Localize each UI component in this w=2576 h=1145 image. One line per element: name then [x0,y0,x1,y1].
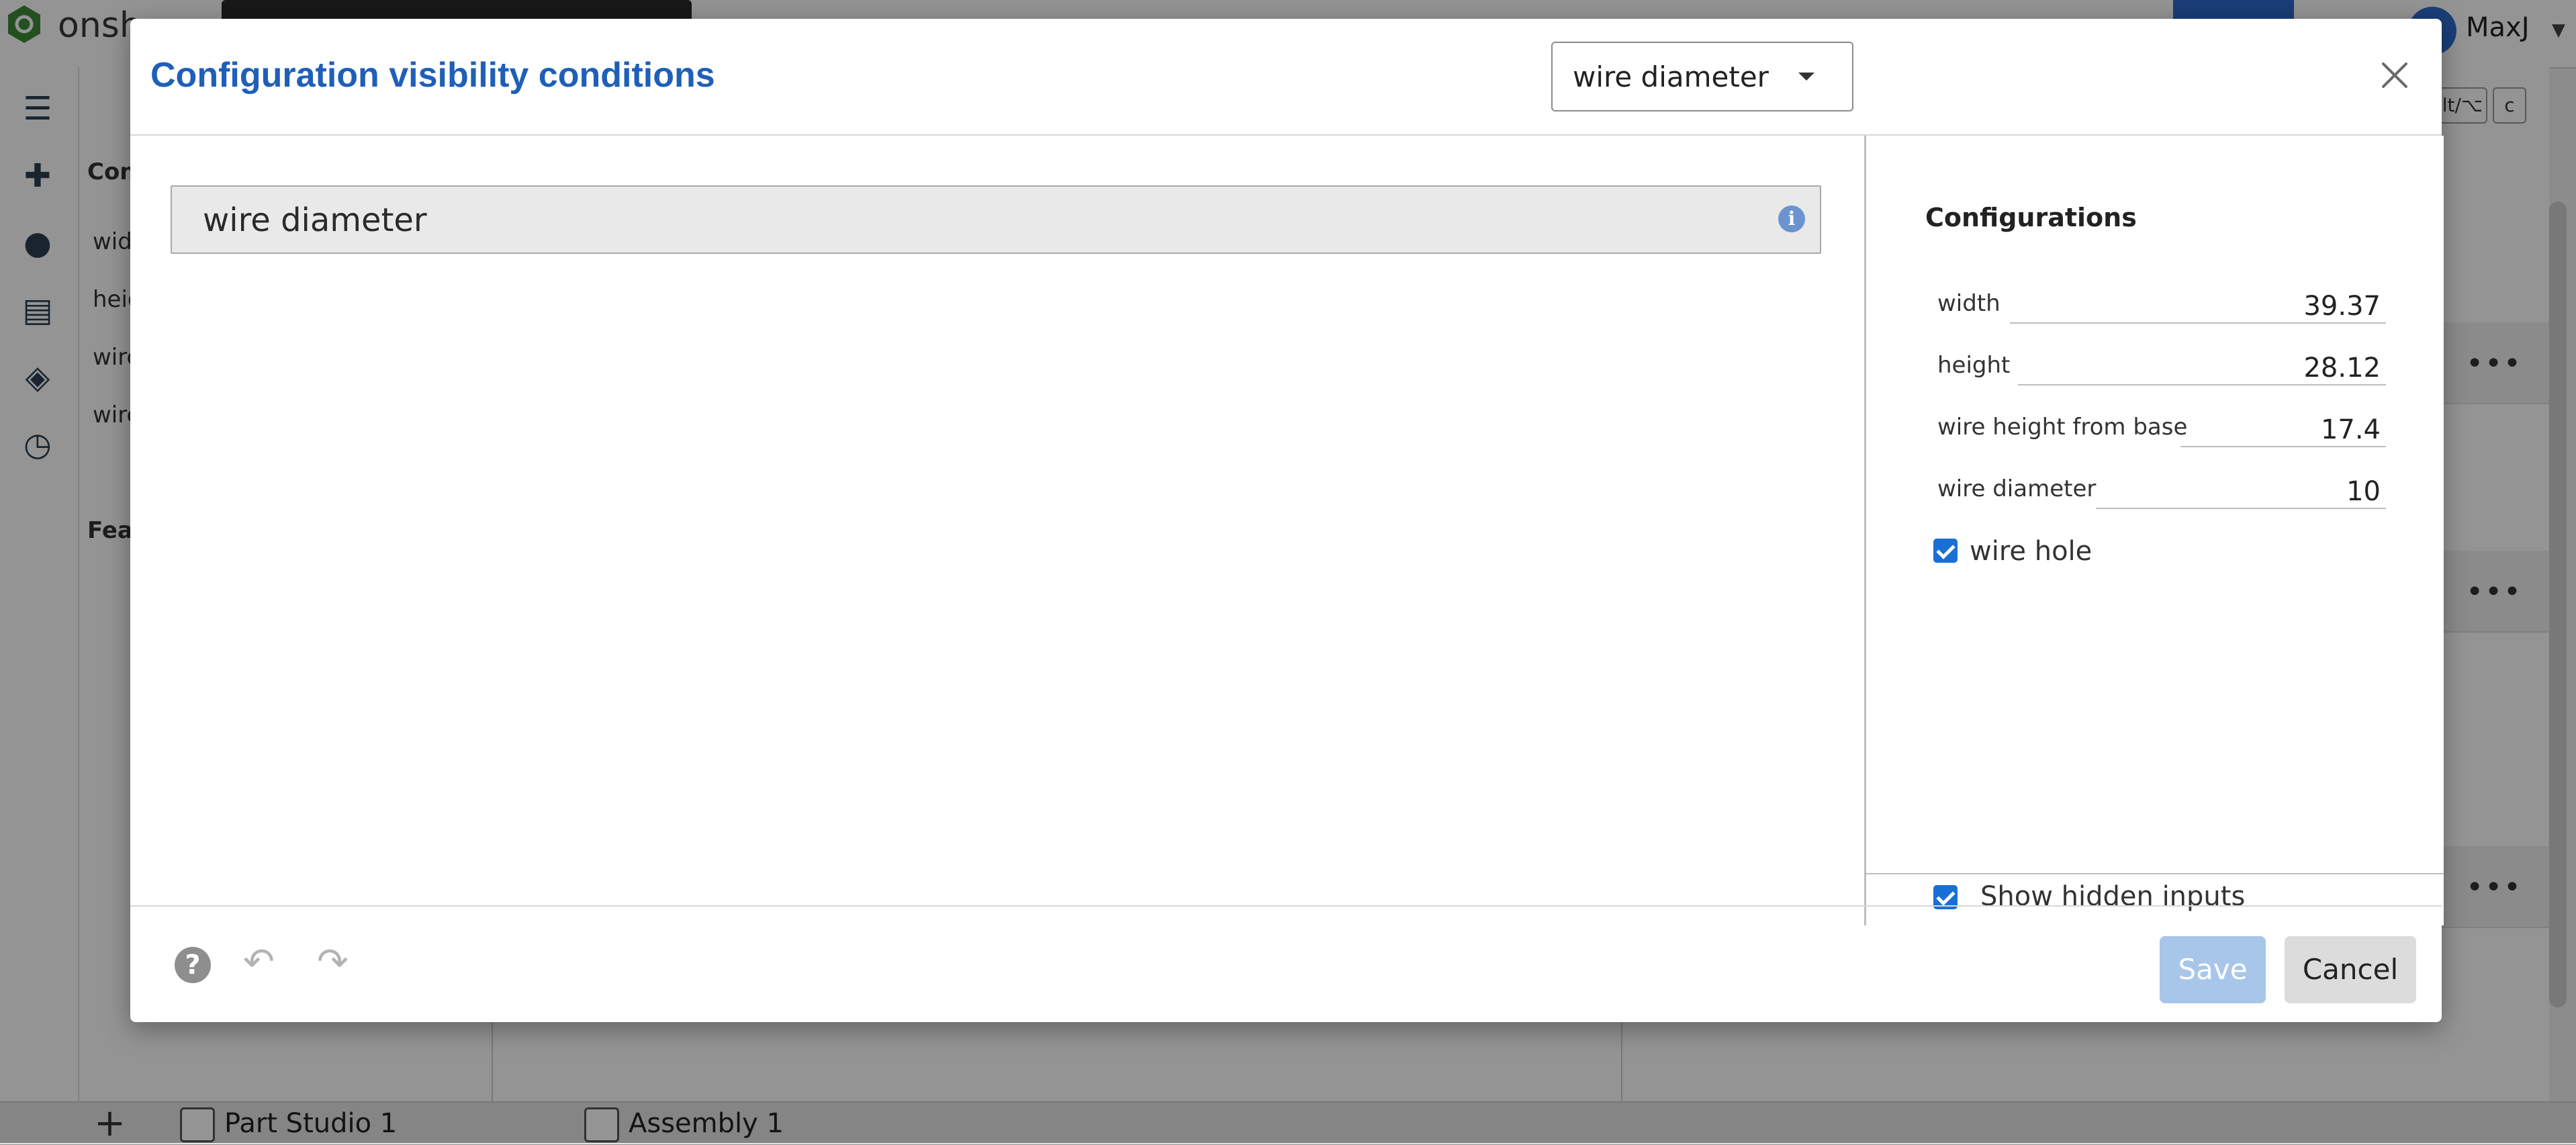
config-row-wire-height: wire height from base 17.4 [1937,407,2386,447]
configuration-visibility-dialog: Configuration visibility conditions wire… [130,19,2444,1023]
info-icon[interactable]: i [1778,205,1805,232]
undo-icon[interactable]: ↶ [243,940,275,984]
dialog-footer: ? ↶ ↷ Save Cancel [130,905,2442,1023]
cancel-button[interactable]: Cancel [2285,936,2416,1003]
config-label: wire height from base [1937,414,2188,441]
config-value-input[interactable]: 10 [2096,474,2386,509]
condition-editor[interactable]: wire diameter i [130,136,1863,925]
caret-down-icon [1798,73,1814,81]
config-value-input[interactable]: 28.12 [2018,351,2386,385]
config-row-height: height 28.12 [1937,345,2386,385]
dialog-header: Configuration visibility conditions wire… [130,19,2442,136]
select-value: wire diameter [1573,60,1769,93]
config-value-input[interactable]: 17.4 [2180,412,2386,447]
wire-hole-checkbox[interactable] [1933,539,1958,563]
config-label: height [1937,352,2011,379]
config-row-width: width 39.37 [1937,283,2386,324]
close-icon[interactable] [2376,56,2413,94]
divider [1866,873,2444,874]
wire-hole-label[interactable]: wire hole [1970,536,2092,567]
help-icon[interactable]: ? [175,947,211,983]
condition-block[interactable]: wire diameter i [171,185,1821,254]
config-value-input[interactable]: 39.37 [2010,289,2386,324]
config-label: wire diameter [1937,475,2097,502]
input-select-dropdown[interactable]: wire diameter [1551,42,1853,111]
condition-label: wire diameter [203,201,427,239]
configurations-title: Configurations [1925,203,2137,232]
save-button[interactable]: Save [2160,936,2266,1003]
configurations-panel: Configurations width 39.37 height 28.12 … [1864,136,2444,925]
config-label: width [1937,290,2000,317]
config-row-wire-diameter: wire diameter 10 [1937,469,2386,509]
redo-icon[interactable]: ↷ [317,940,349,984]
dialog-title: Configuration visibility conditions [150,56,715,95]
